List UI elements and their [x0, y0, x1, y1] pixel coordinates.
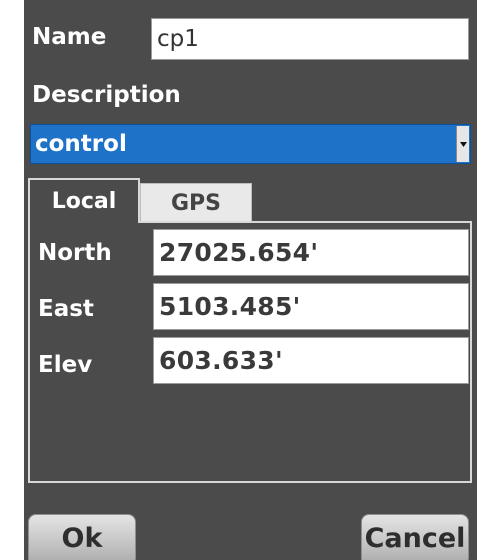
east-input[interactable]: 5103.485'	[153, 283, 469, 330]
name-input[interactable]: cp1	[151, 18, 469, 60]
east-label: East	[38, 296, 94, 322]
north-input[interactable]: 27025.654'	[153, 229, 469, 276]
north-label: North	[38, 240, 112, 266]
ok-button[interactable]: Ok	[28, 514, 136, 560]
tab-gps[interactable]: GPS	[140, 183, 252, 222]
dropdown-arrow-icon[interactable]	[456, 126, 469, 162]
description-label: Description	[32, 82, 181, 108]
point-dialog: Name cp1 Description control GPS Local N…	[24, 0, 477, 560]
elev-label: Elev	[38, 352, 93, 378]
elev-input[interactable]: 603.633'	[153, 337, 469, 384]
tab-local[interactable]: Local	[28, 178, 140, 223]
description-selected-value: control	[35, 131, 127, 157]
cancel-button[interactable]: Cancel	[361, 514, 469, 560]
name-label: Name	[32, 24, 107, 50]
description-select[interactable]: control	[30, 124, 471, 164]
